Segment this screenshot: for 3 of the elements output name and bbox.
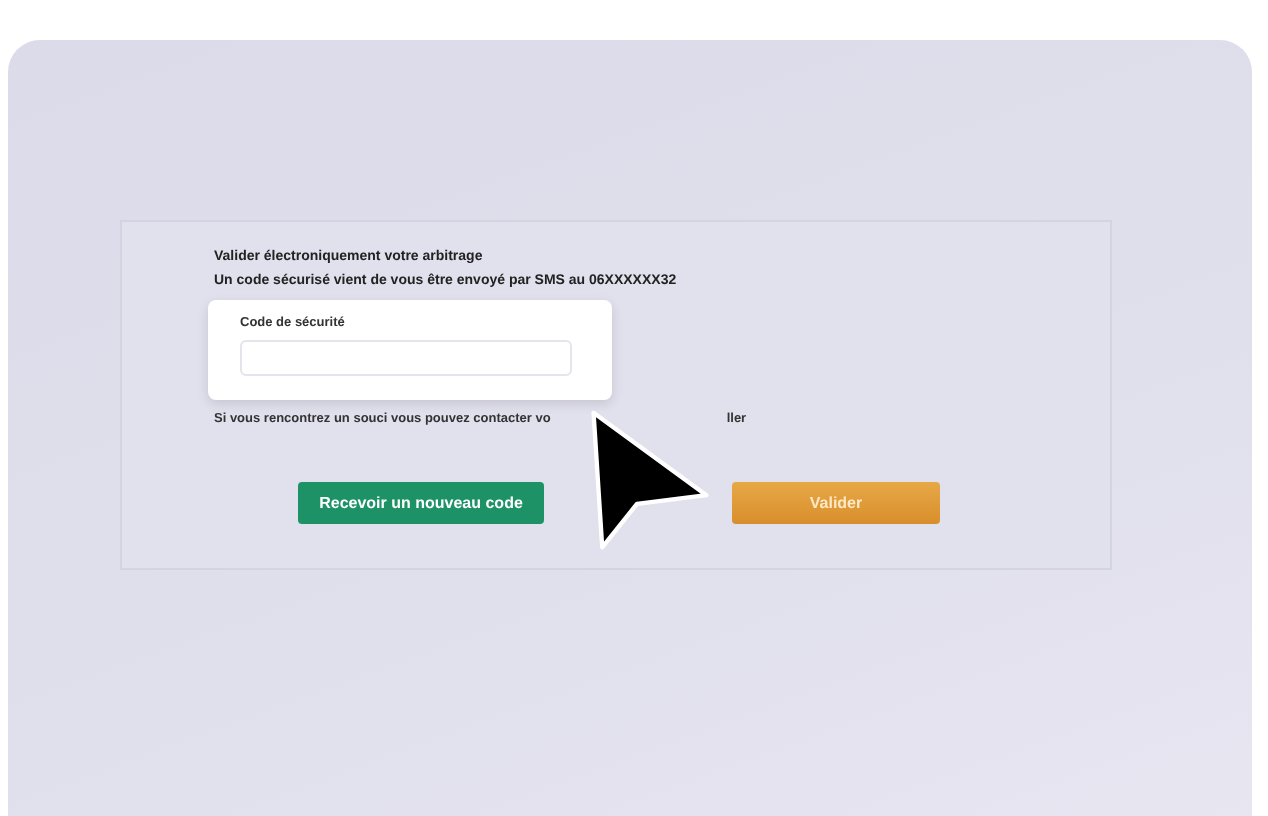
validate-button[interactable]: Valider	[732, 482, 940, 524]
resend-code-button[interactable]: Recevoir un nouveau code	[298, 482, 544, 524]
input-field[interactable]	[240, 340, 572, 376]
